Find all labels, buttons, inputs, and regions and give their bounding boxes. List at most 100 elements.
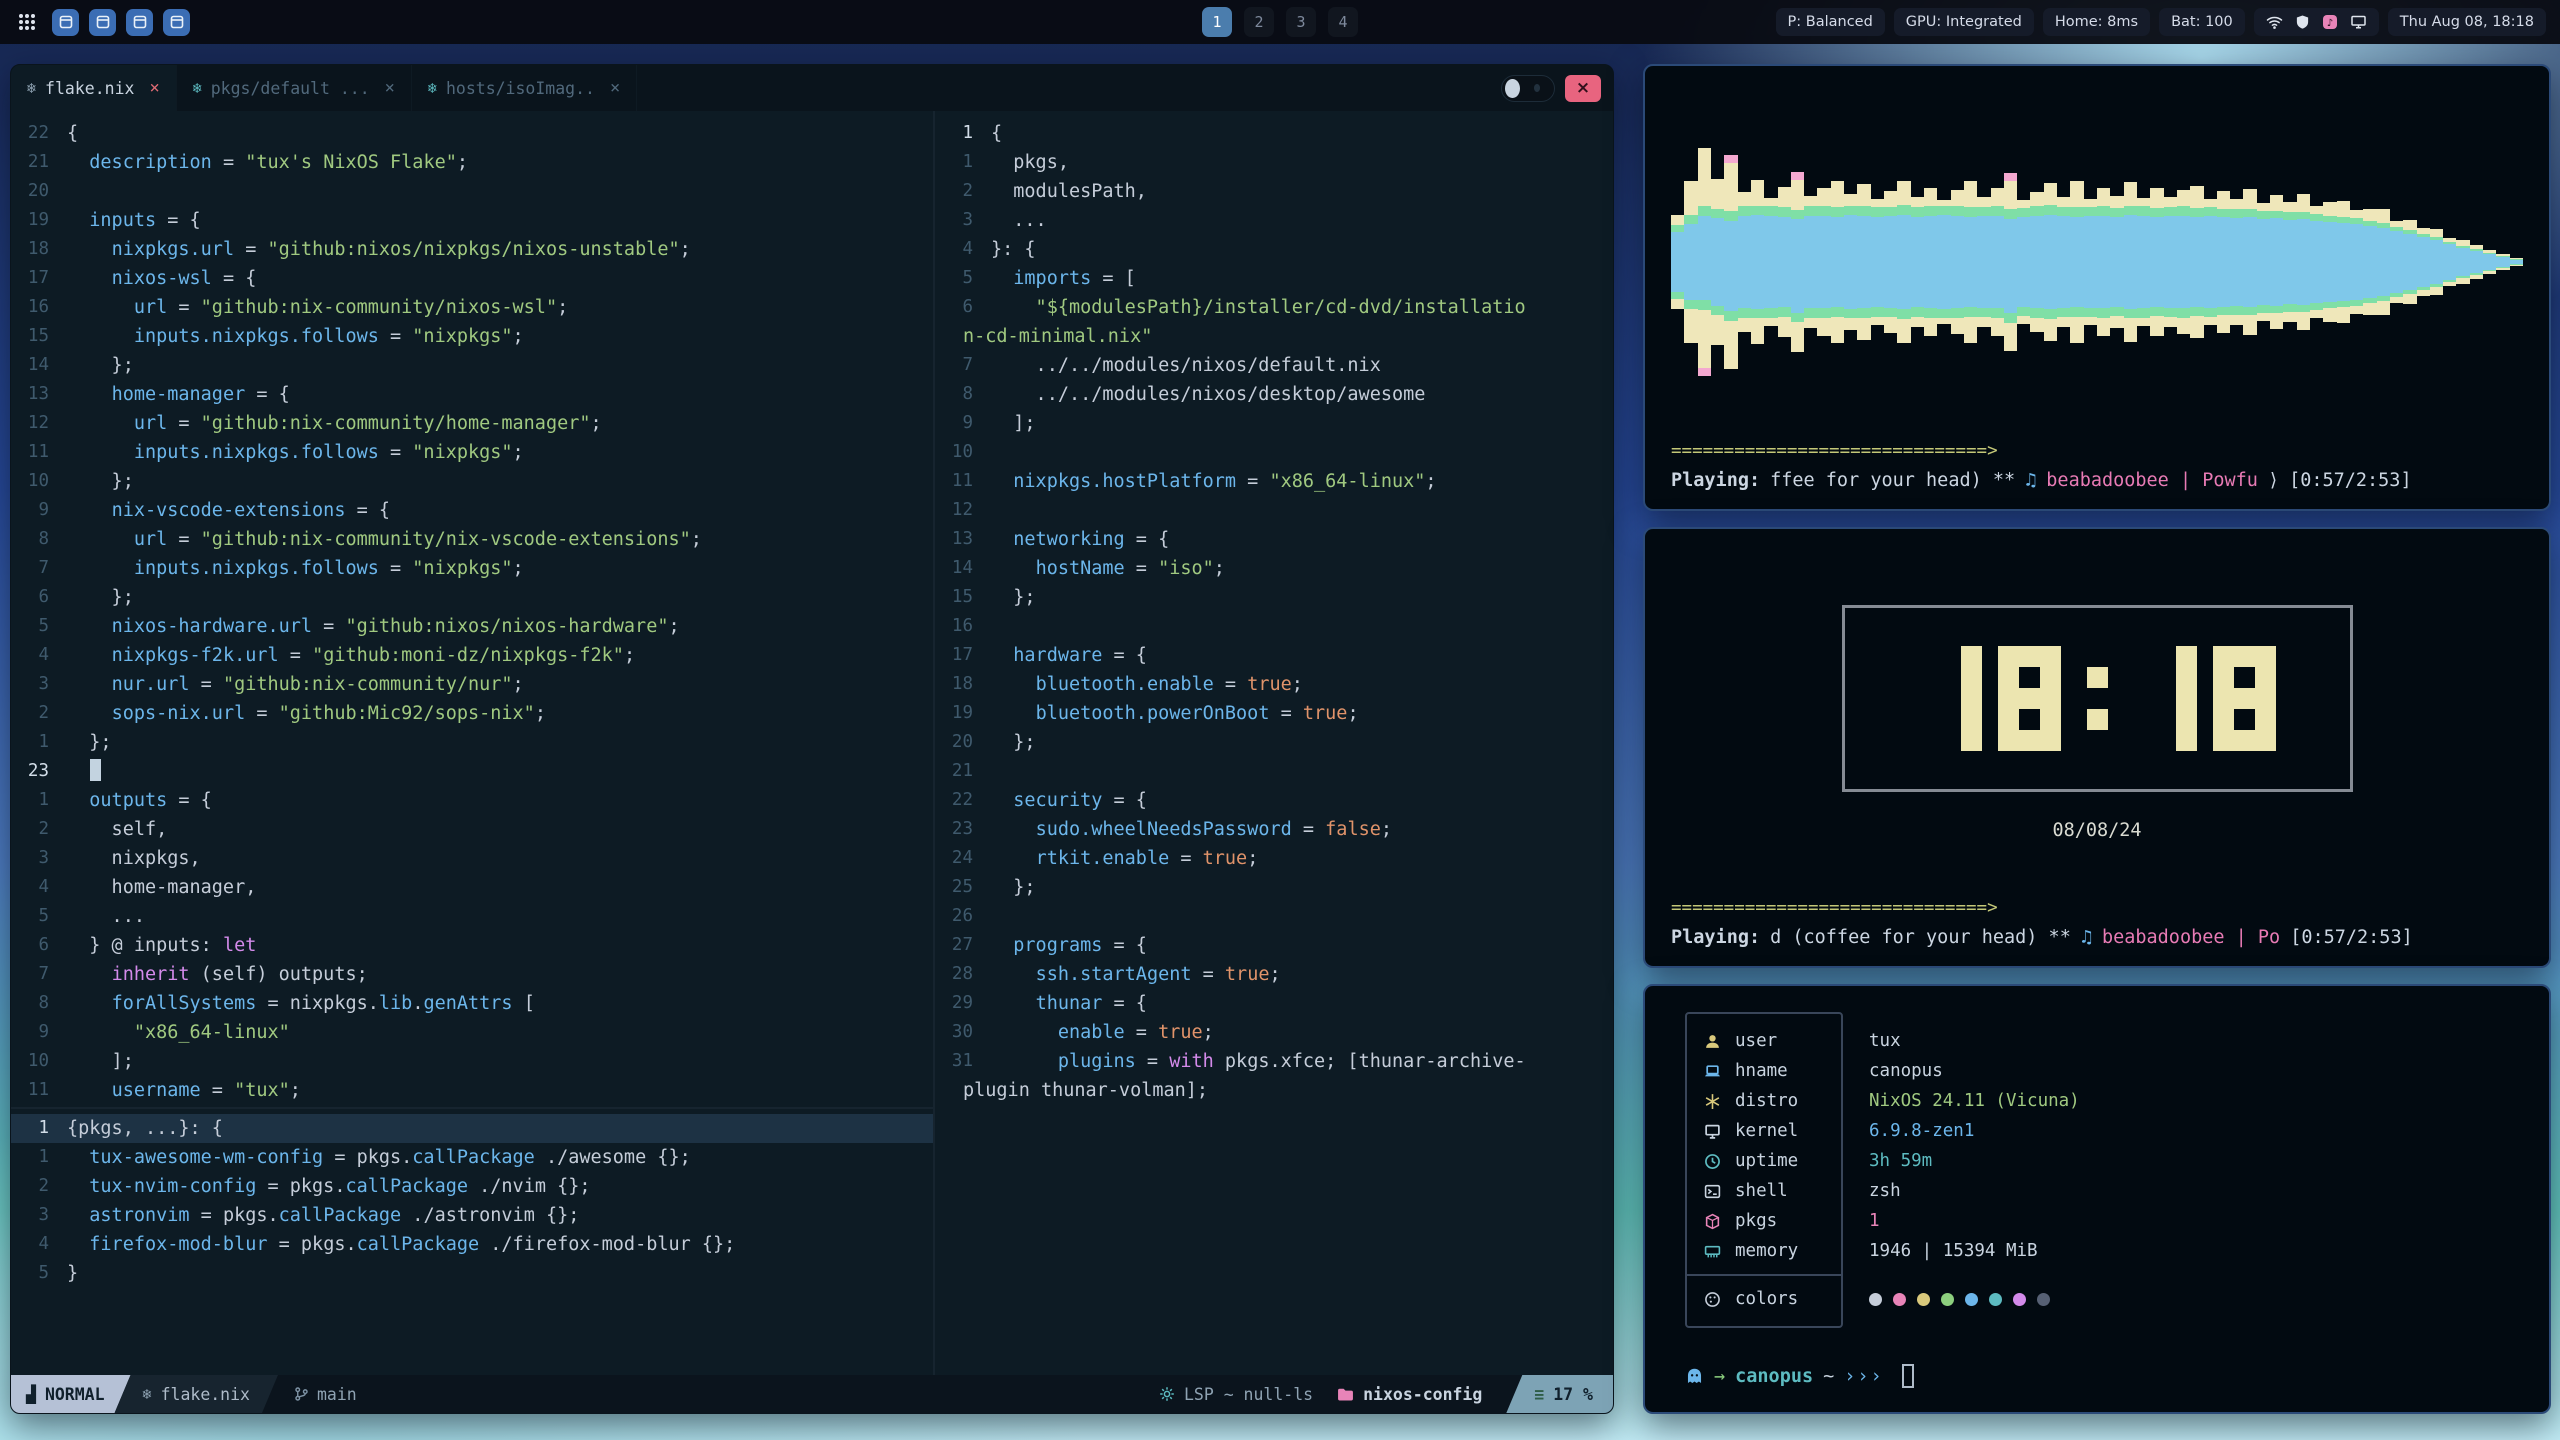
mode-icon: ▟ <box>26 1385 36 1404</box>
terminal-cursor[interactable] <box>1902 1364 1914 1388</box>
code-line: 7 inputs.nixpkgs.follows = "nixpkgs"; <box>11 554 933 583</box>
code-line: 9 "x86_64-linux" <box>11 1018 933 1047</box>
fetch-terminal: userhnamedistrokerneluptimeshellpkgsmemo… <box>1643 984 2551 1414</box>
visualizer-bar <box>1751 180 1764 344</box>
workspace-tag-3[interactable]: 3 <box>1286 7 1316 37</box>
visualizer-bar <box>1991 188 2004 336</box>
visualizer-bar <box>2377 209 2390 315</box>
code-line: 20 }; <box>935 728 1613 757</box>
code-line: 8 forAllSystems = nixpkgs.lib.genAttrs [ <box>11 989 933 1018</box>
code-line: 6 "${modulesPath}/installer/cd-dvd/insta… <box>935 293 1613 322</box>
visualizer-bar <box>2417 228 2430 296</box>
lsp-label: LSP ~ null-ls <box>1184 1385 1313 1404</box>
workspace-tag-1[interactable]: 1 <box>1202 7 1232 37</box>
code-line: 9 nix-vscode-extensions = { <box>11 496 933 525</box>
visualizer-bar <box>2470 245 2483 279</box>
fetch-value-user: tux <box>1869 1026 2080 1056</box>
music-note-icon: ♫ <box>2081 927 2092 948</box>
code-line: 16 <box>935 612 1613 641</box>
shell-prompt[interactable]: → canopus ~ ››› <box>1685 1364 1914 1388</box>
tab-hosts-isoimag-[interactable]: ❄hosts/isoImag..× <box>412 65 637 111</box>
visualizer-bar <box>2363 209 2376 315</box>
user-icon <box>1703 1033 1722 1050</box>
visualizer-bar <box>2084 199 2097 325</box>
launcher-icon-app-2[interactable] <box>89 9 116 36</box>
statusline-right: LSP ~ null-ls nixos-config ≡ 17 % <box>1159 1375 1613 1413</box>
code-line: 1 tux-awesome-wm-config = pkgs.callPacka… <box>11 1143 933 1172</box>
code-line: 4 nixpkgs-f2k.url = "github:moni-dz/nixp… <box>11 641 933 670</box>
launcher-icon-app-4[interactable] <box>163 9 190 36</box>
visualizer-bar <box>1871 199 1884 325</box>
visualizer-bar <box>2097 188 2110 336</box>
fetch-value-memory: 1946 | 15394 MiB <box>1869 1236 2080 1266</box>
fetch-row-pkgs: pkgs <box>1703 1206 1825 1236</box>
palette-dot <box>1917 1293 1930 1306</box>
visualizer-bar <box>2483 250 2496 274</box>
fetch-label: kernel <box>1735 1121 1798 1141</box>
visualizer-bar <box>2337 201 2350 323</box>
fetch-value-kernel: 6.9.8-zen1 <box>1869 1116 2080 1146</box>
visualizer-bar <box>1817 188 1830 336</box>
gear-icon <box>1159 1386 1175 1402</box>
close-window-button[interactable]: × <box>1565 75 1601 102</box>
screen-icon[interactable] <box>2350 14 2367 30</box>
visualizer-bar <box>2510 258 2523 266</box>
tab-flake-nix[interactable]: ❄flake.nix× <box>11 65 177 111</box>
editor-tabline-tabs: ❄flake.nix×❄pkgs/default ...×❄hosts/isoI… <box>11 65 637 111</box>
wifi-icon[interactable] <box>2266 14 2283 30</box>
code-line: 6 } @ inputs: let <box>11 931 933 960</box>
visualizer-bar <box>2310 206 2323 318</box>
palette-dot <box>1989 1293 2002 1306</box>
now-playing: Playing: d (coffee for your head) ** ♫ b… <box>1671 927 2523 948</box>
pane-pkgs-default-nix[interactable]: 1{pkgs, ...}: {1 tux-awesome-wm-config =… <box>11 1107 933 1375</box>
code-line: 17 nixos-wsl = { <box>11 264 933 293</box>
media-icon[interactable]: ♪ <box>2322 14 2338 30</box>
tab-close-icon[interactable]: × <box>610 78 620 98</box>
visualizer-bar <box>2430 229 2443 295</box>
folder-icon <box>1337 1387 1354 1402</box>
workspace-tag-4[interactable]: 4 <box>1328 7 1358 37</box>
shield-icon[interactable] <box>2295 14 2310 30</box>
track-time: [0:57/2:53] <box>2290 927 2413 948</box>
pane-iso-image-nix[interactable]: 1{1 pkgs,2 modulesPath,3 ...4}: {5 impor… <box>935 111 1613 1375</box>
code-line: 1{pkgs, ...}: { <box>11 1114 933 1143</box>
system-info: userhnamedistrokerneluptimeshellpkgsmemo… <box>1685 1012 2509 1328</box>
clock-digit <box>1919 646 1982 751</box>
app-grid-icon[interactable] <box>14 9 40 35</box>
git-branch: main <box>278 1375 373 1413</box>
visualizer-bar <box>2496 254 2509 270</box>
code-line: 4}: { <box>935 235 1613 264</box>
code-line: 24 rtkit.enable = true; <box>935 844 1613 873</box>
launcher-icon-app-3[interactable] <box>126 9 153 36</box>
editor-tabline: ❄flake.nix×❄pkgs/default ...×❄hosts/isoI… <box>11 65 1613 111</box>
launcher-icon-app-1[interactable] <box>52 9 79 36</box>
fetch-label: distro <box>1735 1091 1798 1111</box>
theme-toggle-button[interactable] <box>1501 75 1555 102</box>
visualizer-bar <box>1804 196 1817 328</box>
visualizer-bar <box>2017 200 2030 324</box>
visualizer-bar <box>2070 181 2083 343</box>
workspace-tag-2[interactable]: 2 <box>1244 7 1274 37</box>
clock-digit <box>2213 646 2276 751</box>
left-column: 22{21 description = "tux's NixOS Flake";… <box>11 111 935 1375</box>
tab-label: pkgs/default ... <box>211 79 370 98</box>
tab-close-icon[interactable]: × <box>149 78 159 98</box>
clock-terminal: 08/08/24 ==============================>… <box>1643 527 2551 968</box>
code-line: 20 <box>11 177 933 206</box>
fetch-value-shell: zsh <box>1869 1176 2080 1206</box>
code-line: 5 nixos-hardware.url = "github:nixos/nix… <box>11 612 933 641</box>
visualizer-bar <box>2390 221 2403 303</box>
tab-pkgs-default-[interactable]: ❄pkgs/default ...× <box>177 65 412 111</box>
code-line: 5} <box>11 1259 933 1288</box>
code-line: 15 inputs.nixpkgs.follows = "nixpkgs"; <box>11 322 933 351</box>
mode-segment: ▟ NORMAL <box>11 1375 131 1413</box>
visualizer-bar <box>2124 182 2137 342</box>
code-line: 2 self, <box>11 815 933 844</box>
visualizer-bar <box>1671 215 1684 309</box>
code-line: 3 nixpkgs, <box>11 844 933 873</box>
tab-close-icon[interactable]: × <box>385 78 395 98</box>
pane-flake-nix[interactable]: 22{21 description = "tux's NixOS Flake";… <box>11 111 933 1107</box>
clock-widget: Thu Aug 08, 18:18 <box>2388 8 2546 36</box>
tray: ♪ <box>2254 8 2379 36</box>
clock-bottom: ==============================> Playing:… <box>1671 898 2523 948</box>
